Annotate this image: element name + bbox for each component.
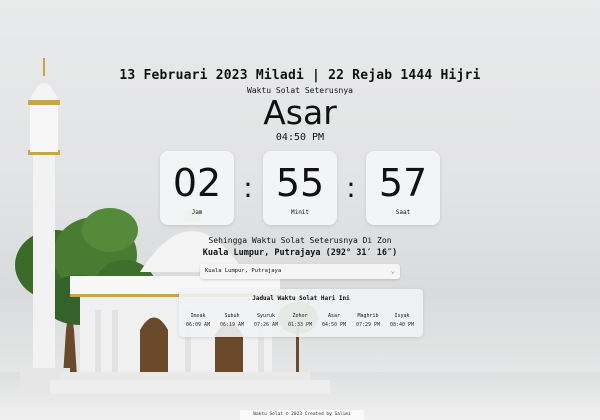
schedule-item-asar: Asar 04:50 PM	[317, 313, 351, 328]
schedule-item-time: 07:29 PM	[355, 322, 381, 328]
schedule-item-time: 04:50 PM	[321, 322, 347, 328]
schedule-item-zohor: Zohor 01:33 PM	[283, 313, 317, 328]
chevron-down-icon: ⌄	[390, 267, 395, 275]
countdown-seconds-label: Saat	[395, 209, 411, 216]
countdown: 02 Jam : 55 Minit : 57 Saat	[160, 151, 442, 227]
zone-caption: Sehingga Waktu Solat Seterusnya Di Zon	[208, 236, 392, 245]
schedule-item-name: Subuh	[224, 313, 240, 319]
prayer-schedule: Jadual Waktu Solat Hari Ini Imsak 06:09 …	[179, 289, 423, 337]
zone-name: Kuala Lumpur, Putrajaya (292° 31′ 16″)	[202, 248, 398, 258]
schedule-item-isyak: Isyak 08:40 PM	[385, 313, 419, 328]
countdown-minutes-label: Minit	[290, 209, 310, 216]
schedule-item-subuh: Subuh 06:19 AM	[215, 313, 249, 328]
date-line: 13 Februari 2023 Miladi | 22 Rejab 1444 …	[119, 68, 481, 83]
countdown-hours-value: 02	[172, 161, 222, 205]
schedule-item-time: 01:33 PM	[287, 322, 313, 328]
countdown-hours-label: Jam	[191, 209, 203, 216]
next-prayer-name: Asar	[263, 93, 337, 132]
next-prayer-time: 04:50 PM	[275, 132, 325, 143]
schedule-item-time: 06:09 AM	[185, 322, 211, 328]
schedule-item-name: Maghrib	[357, 313, 379, 319]
schedule-item-name: Asar	[327, 313, 341, 319]
countdown-seconds: 57 Saat	[366, 151, 440, 225]
schedule-item-syuruk: Syuruk 07:26 AM	[249, 313, 283, 328]
schedule-item-name: Isyak	[394, 313, 410, 319]
countdown-separator: :	[346, 171, 356, 204]
schedule-item-maghrib: Maghrib 07:29 PM	[351, 313, 385, 328]
countdown-seconds-value: 57	[378, 161, 428, 205]
schedule-item-name: Syuruk	[256, 313, 276, 319]
schedule-item-time: 08:40 PM	[389, 322, 415, 328]
schedule-item-name: Imsak	[190, 313, 206, 319]
countdown-minutes: 55 Minit	[263, 151, 337, 225]
countdown-minutes-value: 55	[275, 161, 325, 205]
zone-select-value: Kuala Lumpur, Putrajaya	[205, 268, 282, 274]
schedule-item-name: Zohor	[292, 313, 308, 319]
countdown-separator: :	[243, 171, 253, 204]
footer-credit: Waktu Solat © 2023 Created by Salimi	[240, 410, 364, 420]
zone-select[interactable]: Kuala Lumpur, Putrajaya ⌄	[200, 264, 400, 279]
schedule-title: Jadual Waktu Solat Hari Ini	[252, 295, 350, 302]
schedule-item-time: 07:26 AM	[253, 322, 279, 328]
countdown-hours: 02 Jam	[160, 151, 234, 225]
schedule-item-time: 06:19 AM	[219, 322, 245, 328]
schedule-item-imsak: Imsak 06:09 AM	[181, 313, 215, 328]
